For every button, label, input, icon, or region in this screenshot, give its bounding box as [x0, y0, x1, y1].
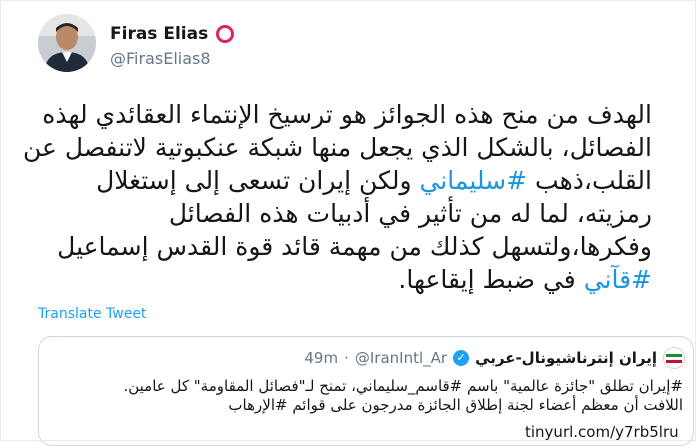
tweet-line: الهدف من منح هذه الجوائز هو ترسيخ الإنتم…: [42, 100, 652, 129]
tweet-line-part: القلب،ذهب: [527, 166, 652, 195]
quoted-line: اللافت أن معظم أعضاء لجنة إطلاق الجائزة …: [228, 396, 683, 414]
quoted-link[interactable]: tinyurl.com/y7rb5lru: [525, 423, 679, 441]
avatar[interactable]: [38, 14, 96, 72]
tweet-line-part: في ضبط إيقاعها.: [398, 265, 576, 294]
quoted-separator: ·: [344, 349, 349, 367]
tweet-line: القلب،ذهب #سليماني ولكن إيران تسعى إلى إ…: [32, 164, 652, 197]
translate-tweet-link[interactable]: Translate Tweet: [38, 306, 146, 322]
quoted-tweet-header: 49m · @IranIntl_Ar ✓ إيران إنترناشيونال-…: [304, 347, 685, 369]
tweet-line: وفكرها،ولتسهل كذلك من مهمة قائد قوة القد…: [57, 232, 652, 261]
circle-badge-icon: [216, 25, 235, 43]
quoted-handle: @IranIntl_Ar: [354, 349, 448, 367]
author-row: Firas Elias: [110, 24, 235, 44]
quoted-tweet-text: #إيران تطلق "جائزة عالمية" باسم #قاسم_سل…: [53, 377, 683, 415]
hashtag-soleimani[interactable]: #سليماني: [419, 166, 527, 195]
quoted-author-name: إيران إنترناشيونال-عربي: [475, 349, 657, 367]
avatar-photo: [38, 14, 96, 72]
quoted-avatar: [663, 347, 685, 369]
tweet-text: الهدف من منح هذه الجوائز هو ترسيخ الإنتم…: [23, 98, 652, 296]
quoted-line: #إيران تطلق "جائزة عالمية" باسم #قاسم_سل…: [123, 377, 683, 395]
hashtag-qaani[interactable]: #قآني: [584, 265, 652, 294]
tweet-line: رمزيته، لما له من تأثير في أدبيات هذه ال…: [168, 199, 652, 228]
tweet-line: #قآني في ضبط إيقاعها.: [32, 263, 652, 296]
author-handle[interactable]: @FirasElias8: [110, 49, 211, 68]
quoted-tweet[interactable]: 49m · @IranIntl_Ar ✓ إيران إنترناشيونال-…: [38, 336, 694, 446]
tweet-line-part: ولكن إيران تسعى إلى إستغلال: [96, 166, 420, 195]
verified-badge-icon: ✓: [453, 350, 470, 366]
quoted-time: 49m: [304, 349, 339, 367]
author-name[interactable]: Firas Elias: [110, 24, 208, 44]
tweet-line: الفصائل، بالشكل الذي يجعل منها شبكة عنكب…: [23, 133, 652, 162]
